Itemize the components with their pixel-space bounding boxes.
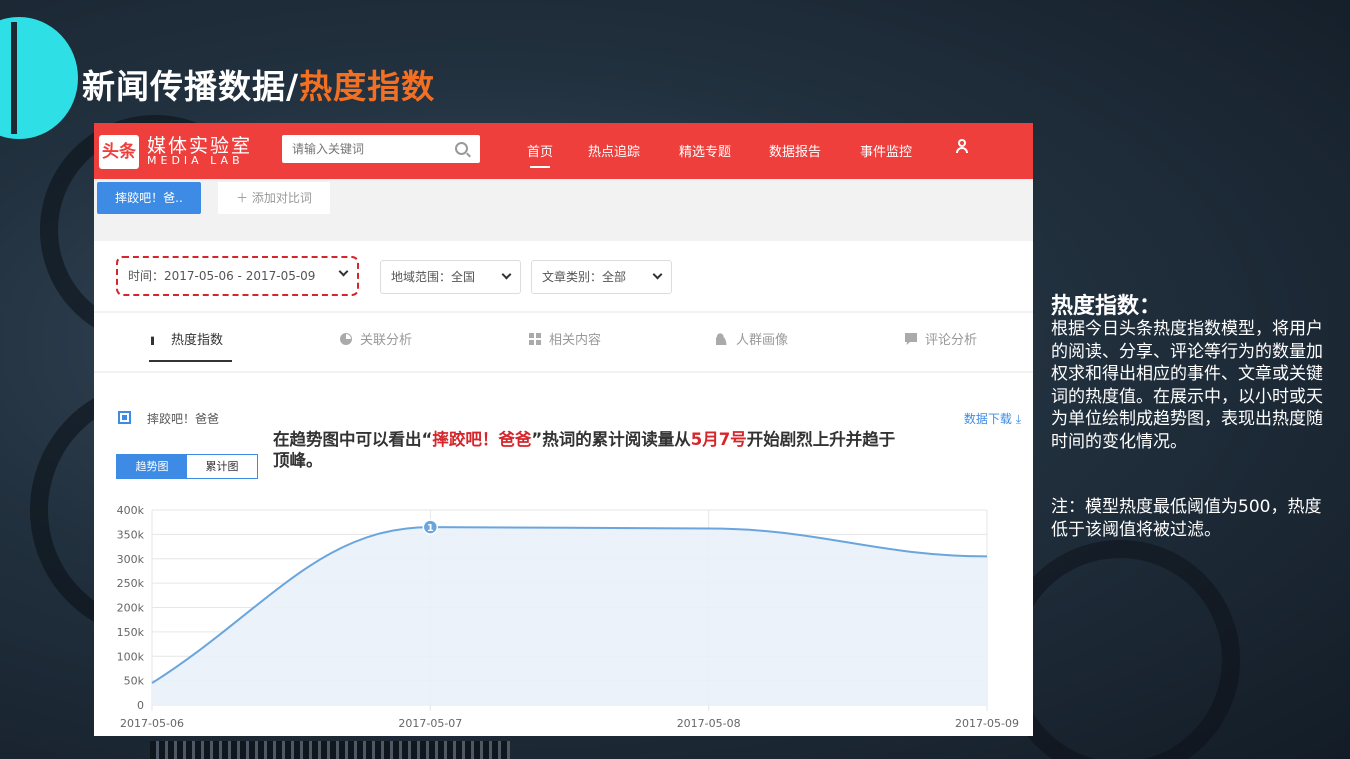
nav-event-monitor[interactable]: 事件监控: [860, 141, 912, 160]
grid-icon: [529, 333, 541, 345]
region-select[interactable]: 地域范围：全国: [380, 260, 521, 294]
data-point-marker-label: 1: [427, 523, 434, 534]
tab-comments[interactable]: 评论分析: [905, 329, 977, 348]
top-nav-bar: 头条 媒体实验室 MEDIA LAB 首页 热点追踪 精选专题 数据报告 事件监…: [94, 123, 1033, 179]
region-label: 地域范围：全国: [391, 270, 476, 284]
x-tick-label: 2017-05-08: [677, 717, 741, 730]
date-range-select[interactable]: 时间：2017-05-06 - 2017-05-09: [116, 256, 359, 296]
nav-featured-topics[interactable]: 精选专题: [679, 141, 731, 160]
side-description: 根据今日头条热度指数模型，将用户的阅读、分享、评论等行为的数量加权求和得出相应的…: [1051, 319, 1323, 452]
accent-gap: [11, 22, 17, 134]
logo-subtitle: MEDIA LAB: [147, 154, 244, 167]
side-note: 注：模型热度最低阈值为500，热度低于该阈值将被过滤。: [1051, 497, 1322, 540]
chevron-down-icon: [652, 269, 663, 280]
annotation-text: ”热词的累计阅读量从: [531, 430, 691, 449]
accent-bar: [0, 22, 11, 134]
user-icon[interactable]: [956, 139, 968, 155]
tab-label: 热度指数: [171, 333, 224, 348]
y-tick-label: 0: [137, 699, 144, 712]
nav-hot-tracking[interactable]: 热点追踪: [588, 141, 640, 160]
y-tick-label: 350k: [117, 528, 145, 541]
logo-icon[interactable]: 头条: [99, 135, 139, 169]
annotation-date: 5月7号: [690, 430, 747, 449]
divider: [94, 371, 1033, 373]
series-legend-label: 摔跤吧！爸爸: [147, 412, 220, 426]
series-legend-icon[interactable]: [118, 411, 131, 424]
tab-label: 相关内容: [549, 333, 602, 348]
chart-mode-toggle: 趋势图 累计图: [116, 454, 258, 479]
nav-data-reports[interactable]: 数据报告: [769, 141, 821, 160]
tab-label: 关联分析: [360, 333, 413, 348]
tab-label: 评论分析: [925, 333, 978, 348]
y-tick-label: 250k: [117, 577, 145, 590]
annotation-keyword: 摔跤吧！爸爸: [432, 430, 532, 449]
x-tick-label: 2017-05-09: [955, 717, 1019, 730]
search-icon[interactable]: [455, 142, 468, 155]
y-tick-label: 300k: [117, 553, 145, 566]
app-screenshot: 头条 媒体实验室 MEDIA LAB 首页 热点追踪 精选专题 数据报告 事件监…: [94, 123, 1033, 736]
category-select[interactable]: 文章类别：全部: [531, 260, 672, 294]
slide-title-plain: 新闻传播数据/: [82, 67, 300, 106]
nav-home[interactable]: 首页: [527, 141, 553, 168]
add-compare-button[interactable]: ＋ 添加对比词: [218, 182, 330, 214]
side-title: 热度指数：: [1051, 294, 1162, 319]
film-reel-decoration: [1000, 540, 1240, 759]
tab-related-content[interactable]: 相关内容: [529, 329, 601, 348]
slide-title: 新闻传播数据/热度指数: [82, 60, 435, 108]
y-tick-label: 400k: [117, 504, 145, 517]
category-label: 文章类别：全部: [542, 270, 627, 284]
trend-chart-button[interactable]: 趋势图: [117, 455, 187, 478]
bar-chart-icon: [151, 333, 155, 345]
x-tick-label: 2017-05-07: [398, 717, 462, 730]
annotation-text: 在趋势图中可以看出“: [273, 430, 433, 449]
keyword-bar: 摔跤吧！爸.. ＋ 添加对比词: [94, 179, 1033, 241]
tab-label: 人群画像: [736, 333, 789, 348]
search-box: [282, 135, 480, 163]
tab-correlation[interactable]: 关联分析: [340, 329, 412, 348]
cumulative-chart-button[interactable]: 累计图: [187, 455, 257, 478]
comment-icon: [905, 333, 917, 345]
chevron-down-icon: [501, 269, 512, 280]
divider: [94, 311, 1033, 313]
keyword-tab[interactable]: 摔跤吧！爸..: [97, 182, 201, 214]
chart-annotation: 在趋势图中可以看出“摔跤吧！爸爸”热词的累计阅读量从5月7号开始剧烈上升并趋于顶…: [273, 429, 903, 471]
data-download-link[interactable]: 数据下载 ⤓: [964, 410, 1021, 427]
heat-trend-chart: 0 50k 100k 150k 200k 250k 300k 350k 400k 2017-05-…: [117, 504, 1019, 730]
series-area: [152, 527, 987, 705]
y-tick-label: 150k: [117, 626, 145, 639]
tab-audience[interactable]: 人群画像: [716, 329, 788, 348]
chevron-down-icon: [338, 266, 349, 277]
filmstrip-decoration: [150, 741, 510, 759]
y-tick-label: 100k: [117, 650, 145, 663]
x-tick-label: 2017-05-06: [120, 717, 184, 730]
y-tick-label: 50k: [124, 675, 145, 688]
slide-title-highlight: 热度指数: [299, 67, 436, 106]
pie-chart-icon: [340, 333, 352, 345]
people-icon: [716, 333, 728, 345]
y-tick-label: 200k: [117, 602, 145, 615]
search-input[interactable]: [282, 135, 447, 163]
active-tab-underline: [149, 360, 232, 362]
date-range-label: 时间：2017-05-06 - 2017-05-09: [128, 269, 316, 283]
tab-heat-index[interactable]: 热度指数: [151, 329, 223, 348]
